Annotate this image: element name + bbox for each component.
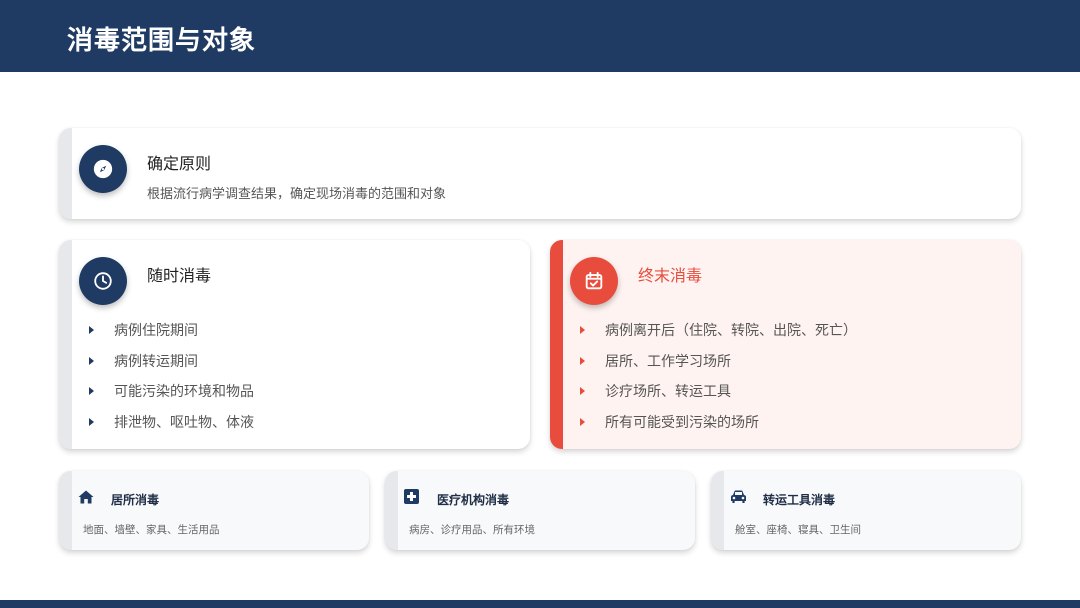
card-accent-bar	[59, 471, 72, 550]
car-icon	[730, 489, 747, 508]
clock-icon	[79, 257, 127, 305]
concurrent-list: 病例住院期间 病例转运期间 可能污染的环境和物品 排泄物、呕吐物、体液	[59, 315, 254, 437]
card-accent-bar	[385, 471, 398, 550]
medical-disinfection-title: 医疗机构消毒	[437, 493, 510, 507]
medical-cross-icon	[404, 489, 419, 508]
terminal-card: 终末消毒 病例离开后（住院、转院、出院、死亡） 居所、工作学习场所 诊疗场所、转…	[550, 240, 1021, 449]
home-disinfection-title: 居所消毒	[111, 493, 160, 507]
caret-right-icon	[89, 356, 94, 365]
caret-right-icon	[580, 387, 585, 396]
caret-right-icon	[89, 387, 94, 396]
vehicle-disinfection-title: 转运工具消毒	[763, 493, 836, 507]
list-item: 病例离开后（住院、转院、出院、死亡）	[550, 315, 857, 346]
principle-card: 确定原则 根据流行病学调查结果，确定现场消毒的范围和对象	[59, 128, 1021, 219]
calendar-check-icon	[570, 257, 618, 305]
card-accent-bar	[59, 128, 72, 219]
footer-bar	[0, 600, 1080, 608]
concurrent-title: 随时消毒	[147, 266, 212, 285]
list-item: 病例住院期间	[59, 315, 254, 346]
compass-icon	[79, 145, 127, 193]
page-title: 消毒范围与对象	[67, 26, 257, 56]
header-bar: 消毒范围与对象	[0, 0, 1080, 72]
caret-right-icon	[580, 417, 585, 426]
principle-title: 确定原则	[147, 154, 212, 173]
home-disinfection-card: 居所消毒 地面、墙壁、家具、生活用品	[59, 471, 369, 550]
medical-disinfection-card: 医疗机构消毒 病房、诊疗用品、所有环境	[385, 471, 695, 550]
caret-right-icon	[580, 326, 585, 335]
vehicle-disinfection-card: 转运工具消毒 舱室、座椅、寝具、卫生间	[711, 471, 1021, 550]
medical-disinfection-desc: 病房、诊疗用品、所有环境	[409, 524, 535, 536]
caret-right-icon	[89, 417, 94, 426]
home-icon	[78, 489, 94, 508]
list-item: 所有可能受到污染的场所	[550, 407, 857, 438]
terminal-title: 终末消毒	[638, 266, 703, 285]
caret-right-icon	[89, 326, 94, 335]
list-item: 可能污染的环境和物品	[59, 376, 254, 407]
list-item: 居所、工作学习场所	[550, 346, 857, 377]
vehicle-disinfection-desc: 舱室、座椅、寝具、卫生间	[735, 524, 861, 536]
list-item: 病例转运期间	[59, 346, 254, 377]
terminal-list: 病例离开后（住院、转院、出院、死亡） 居所、工作学习场所 诊疗场所、转运工具 所…	[550, 315, 857, 437]
principle-desc: 根据流行病学调查结果，确定现场消毒的范围和对象	[147, 187, 447, 202]
card-accent-bar	[711, 471, 724, 550]
caret-right-icon	[580, 356, 585, 365]
home-disinfection-desc: 地面、墙壁、家具、生活用品	[83, 524, 220, 536]
list-item: 诊疗场所、转运工具	[550, 376, 857, 407]
list-item: 排泄物、呕吐物、体液	[59, 407, 254, 438]
concurrent-card: 随时消毒 病例住院期间 病例转运期间 可能污染的环境和物品 排泄物、呕吐物、体液	[59, 240, 530, 449]
